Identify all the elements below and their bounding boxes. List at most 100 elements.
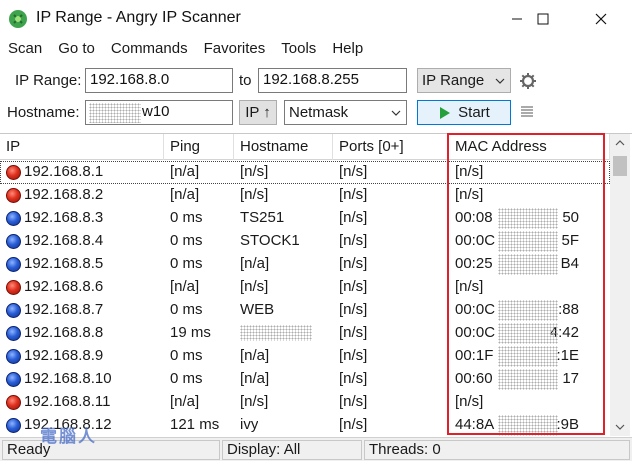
mac-suffix: B4: [560, 255, 579, 272]
cell-ports: [n/s]: [339, 370, 368, 387]
host-alive-icon: [6, 372, 21, 387]
cell-ping: 0 ms: [170, 370, 203, 387]
table-row[interactable]: 192.168.8.7 0 ms WEB [n/s] 00:0C:88: [0, 299, 610, 322]
mac-prefix: 00:25: [455, 255, 493, 272]
table-row[interactable]: 192.168.8.11 [n/a] [n/s] [n/s] [n/s]: [0, 391, 610, 414]
cell-ping: [n/a]: [170, 186, 200, 203]
list-icon[interactable]: [520, 105, 534, 119]
redacted-mac: [498, 369, 558, 390]
menu-goto[interactable]: Go to: [50, 38, 103, 62]
cell-ping: 0 ms: [170, 209, 203, 226]
cell-hostname: [n/a]: [240, 255, 270, 272]
feeder-select[interactable]: IP Range: [417, 68, 511, 93]
cell-hostname: WEB: [240, 301, 275, 318]
table-row[interactable]: 192.168.8.8 19 ms [n/s] 00:0C 4:42: [0, 322, 610, 345]
mac-suffix: :1E: [556, 347, 579, 364]
cell-ip: 192.168.8.2: [24, 186, 104, 203]
status-ready: Ready: [2, 440, 220, 460]
column-header-mac[interactable]: MAC Address: [449, 134, 610, 160]
menu-commands[interactable]: Commands: [103, 38, 196, 62]
mac-suffix: :9B: [556, 416, 579, 433]
menu-tools[interactable]: Tools: [273, 38, 324, 62]
table-row[interactable]: 192.168.8.10 0 ms [n/a] [n/s] 00:60 17: [0, 368, 610, 391]
column-header-ip[interactable]: IP: [0, 134, 164, 160]
host-dead-icon: [6, 395, 21, 410]
scrollbar-thumb[interactable]: [613, 156, 627, 176]
ip-up-button[interactable]: IP ↑: [239, 100, 277, 125]
cell-ping: [n/a]: [170, 278, 200, 295]
cell-ports: [n/s]: [339, 324, 368, 341]
menu-favorites[interactable]: Favorites: [196, 38, 274, 62]
mac-suffix: :88: [558, 301, 579, 318]
cell-ping: 121 ms: [170, 416, 220, 433]
gear-icon[interactable]: [519, 72, 537, 90]
maximize-button[interactable]: [520, 0, 566, 38]
table-header: IP Ping Hostname Ports [0+] MAC Address: [0, 134, 610, 160]
cell-hostname: [n/s]: [240, 278, 269, 295]
table-row[interactable]: 192.168.8.6 [n/a] [n/s] [n/s] [n/s]: [0, 276, 610, 299]
redacted-mac: [498, 254, 558, 275]
netmask-select[interactable]: Netmask: [284, 100, 407, 125]
feeder-select-value: IP Range: [422, 72, 485, 89]
cell-ping: 19 ms: [170, 324, 211, 341]
start-button-label: Start: [458, 104, 490, 121]
mac-prefix: 00:60: [455, 370, 493, 387]
host-dead-icon: [6, 188, 21, 203]
cell-ip: 192.168.8.7: [24, 301, 104, 318]
vertical-scrollbar[interactable]: [610, 134, 630, 436]
cell-ip: 192.168.8.4: [24, 232, 104, 249]
hostname-value: w10: [142, 103, 170, 120]
table-row[interactable]: 192.168.8.1 [n/a] [n/s] [n/s] [n/s]: [0, 161, 610, 184]
table-row[interactable]: 192.168.8.5 0 ms [n/a] [n/s] 00:25 B4: [0, 253, 610, 276]
menu-scan[interactable]: Scan: [0, 38, 50, 62]
redacted-mac: [498, 346, 558, 367]
mac-prefix: 00:0C: [455, 301, 496, 318]
mac-prefix: 00:1F: [455, 347, 494, 364]
column-header-ports[interactable]: Ports [0+]: [333, 134, 449, 160]
cell-mac: [n/s]: [455, 278, 484, 295]
mac-prefix: 44:8A: [455, 416, 495, 433]
column-header-hostname[interactable]: Hostname: [234, 134, 333, 160]
range-end-input[interactable]: 192.168.8.255: [258, 68, 407, 93]
table-row[interactable]: 192.168.8.3 0 ms TS251 [n/s] 00:08 50: [0, 207, 610, 230]
cell-ports: [n/s]: [339, 278, 368, 295]
table-row[interactable]: 192.168.8.2 [n/a] [n/s] [n/s] [n/s]: [0, 184, 610, 207]
mac-suffix: 50: [562, 209, 579, 226]
mac-prefix: 00:0C: [455, 324, 496, 341]
cell-ports: [n/s]: [339, 416, 368, 433]
hostname-label: Hostname:: [7, 104, 80, 121]
cell-ports: [n/s]: [339, 163, 368, 180]
redacted-mac: [498, 323, 558, 344]
mac-suffix: 5F: [561, 232, 579, 249]
results-table: IP Ping Hostname Ports [0+] MAC Address …: [0, 133, 632, 437]
column-header-ping[interactable]: Ping: [164, 134, 234, 160]
cell-mac: [n/s]: [455, 163, 484, 180]
start-button[interactable]: Start: [417, 100, 511, 125]
host-alive-icon: [6, 326, 21, 341]
cell-hostname: [n/a]: [240, 347, 270, 364]
table-row[interactable]: 192.168.8.9 0 ms [n/a] [n/s] 00:1F:1E: [0, 345, 610, 368]
scroll-up-icon[interactable]: [610, 134, 630, 152]
cell-hostname: TS251: [240, 209, 285, 226]
to-label: to: [239, 72, 252, 89]
redacted-hostname: [89, 103, 141, 123]
close-button[interactable]: [578, 0, 624, 38]
range-start-input[interactable]: 192.168.8.0: [85, 68, 233, 93]
cell-ping: [n/a]: [170, 163, 200, 180]
mac-prefix: 00:0C: [455, 232, 496, 249]
cell-ports: [n/s]: [339, 255, 368, 272]
host-dead-icon: [6, 165, 21, 180]
redacted-mac: [498, 208, 558, 229]
cell-ip: 192.168.8.5: [24, 255, 104, 272]
watermark-logo: 電腦人: [40, 427, 97, 447]
host-alive-icon: [6, 418, 21, 433]
cell-ports: [n/s]: [339, 186, 368, 203]
status-threads: Threads: 0: [364, 440, 630, 460]
table-row[interactable]: 192.168.8.4 0 ms STOCK1 [n/s] 00:0C 5F: [0, 230, 610, 253]
menu-help[interactable]: Help: [324, 38, 371, 62]
cell-ports: [n/s]: [339, 301, 368, 318]
close-icon: [595, 13, 607, 25]
cell-hostname: ivy: [240, 416, 259, 433]
mac-prefix: 00:08: [455, 209, 493, 226]
scroll-down-icon[interactable]: [610, 418, 630, 436]
